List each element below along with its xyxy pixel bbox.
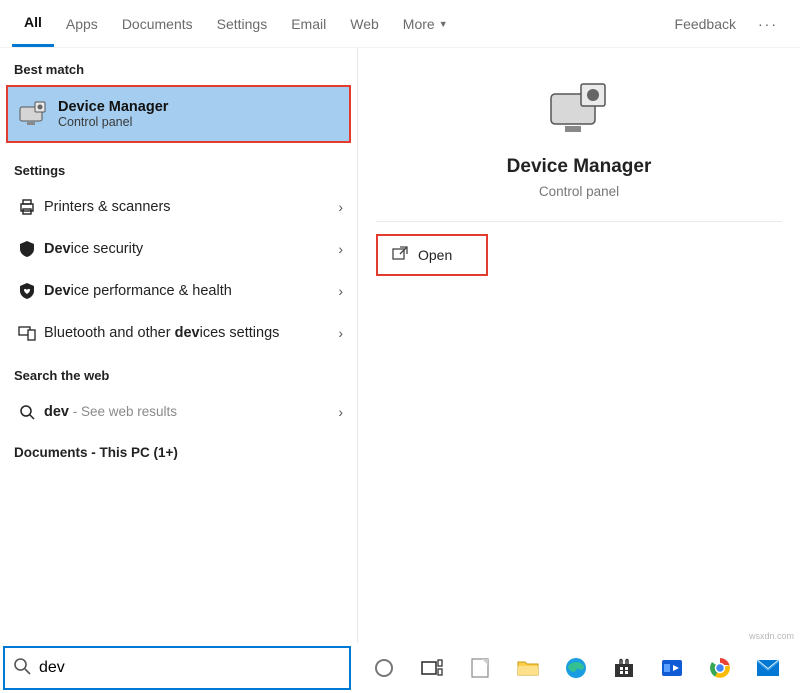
printer-icon [14, 198, 40, 216]
web-search-row[interactable]: dev - See web results › [0, 391, 357, 433]
device-manager-large-icon [544, 78, 614, 138]
search-input-container[interactable] [3, 646, 351, 690]
settings-row-performance[interactable]: Device performance & health › [0, 270, 357, 312]
row-label: Printers & scanners [40, 199, 338, 215]
best-match-result[interactable]: Device Manager Control panel [6, 85, 351, 143]
tab-more[interactable]: More ▼ [391, 1, 460, 47]
section-best-match: Best match [0, 48, 357, 85]
chevron-down-icon: ▼ [439, 19, 448, 29]
edge-icon[interactable] [564, 656, 588, 680]
tab-apps[interactable]: Apps [54, 1, 110, 47]
search-icon [13, 657, 31, 680]
watermark: wsxdn.com [749, 631, 794, 641]
chevron-right-icon: › [338, 241, 343, 257]
search-icon [14, 404, 40, 420]
tab-documents[interactable]: Documents [110, 1, 205, 47]
chevron-right-icon: › [338, 325, 343, 341]
preview-subtitle: Control panel [358, 184, 800, 199]
feedback-link[interactable]: Feedback [663, 1, 748, 47]
search-input[interactable] [39, 659, 341, 677]
preview-pane: Device Manager Control panel Open [358, 48, 800, 643]
chevron-right-icon: › [338, 199, 343, 215]
settings-row-printers[interactable]: Printers & scanners › [0, 186, 357, 228]
chevron-right-icon: › [338, 283, 343, 299]
taskbar-icons [354, 656, 780, 680]
tab-web[interactable]: Web [338, 1, 391, 47]
best-match-title: Device Manager [58, 99, 168, 115]
row-label: dev - See web results [40, 404, 338, 420]
file-explorer-icon[interactable] [516, 656, 540, 680]
device-manager-icon [18, 99, 48, 129]
heart-shield-icon [14, 282, 40, 300]
shield-icon [14, 240, 40, 258]
tab-email[interactable]: Email [279, 1, 338, 47]
tab-all[interactable]: All [12, 1, 54, 47]
taskbar [0, 643, 800, 693]
open-label: Open [418, 247, 452, 263]
section-settings: Settings [0, 149, 357, 186]
filter-tabs: All Apps Documents Settings Email Web Mo… [0, 0, 800, 48]
tab-more-label: More [403, 16, 435, 32]
row-label: Bluetooth and other devices settings [40, 325, 338, 341]
results-list: Best match Device Manager Control panel … [0, 48, 358, 643]
task-view-icon[interactable] [420, 656, 444, 680]
preview-title: Device Manager [358, 156, 800, 178]
row-label: Device security [40, 241, 338, 257]
more-options-button[interactable]: ··· [748, 1, 788, 47]
libreoffice-icon[interactable] [468, 656, 492, 680]
mail-icon[interactable] [756, 656, 780, 680]
section-documents[interactable]: Documents - This PC (1+) [0, 433, 357, 472]
open-icon [392, 246, 408, 265]
divider [376, 221, 782, 222]
open-button[interactable]: Open [376, 234, 488, 276]
cortana-icon[interactable] [372, 656, 396, 680]
best-match-subtitle: Control panel [58, 115, 168, 129]
chevron-right-icon: › [338, 404, 343, 420]
settings-row-security[interactable]: Device security › [0, 228, 357, 270]
store-icon[interactable] [612, 656, 636, 680]
section-search-web: Search the web [0, 354, 357, 391]
tab-settings[interactable]: Settings [205, 1, 280, 47]
video-editor-icon[interactable] [660, 656, 684, 680]
chrome-icon[interactable] [708, 656, 732, 680]
row-label: Device performance & health [40, 283, 338, 299]
devices-icon [14, 324, 40, 342]
settings-row-bluetooth[interactable]: Bluetooth and other devices settings › [0, 312, 357, 354]
